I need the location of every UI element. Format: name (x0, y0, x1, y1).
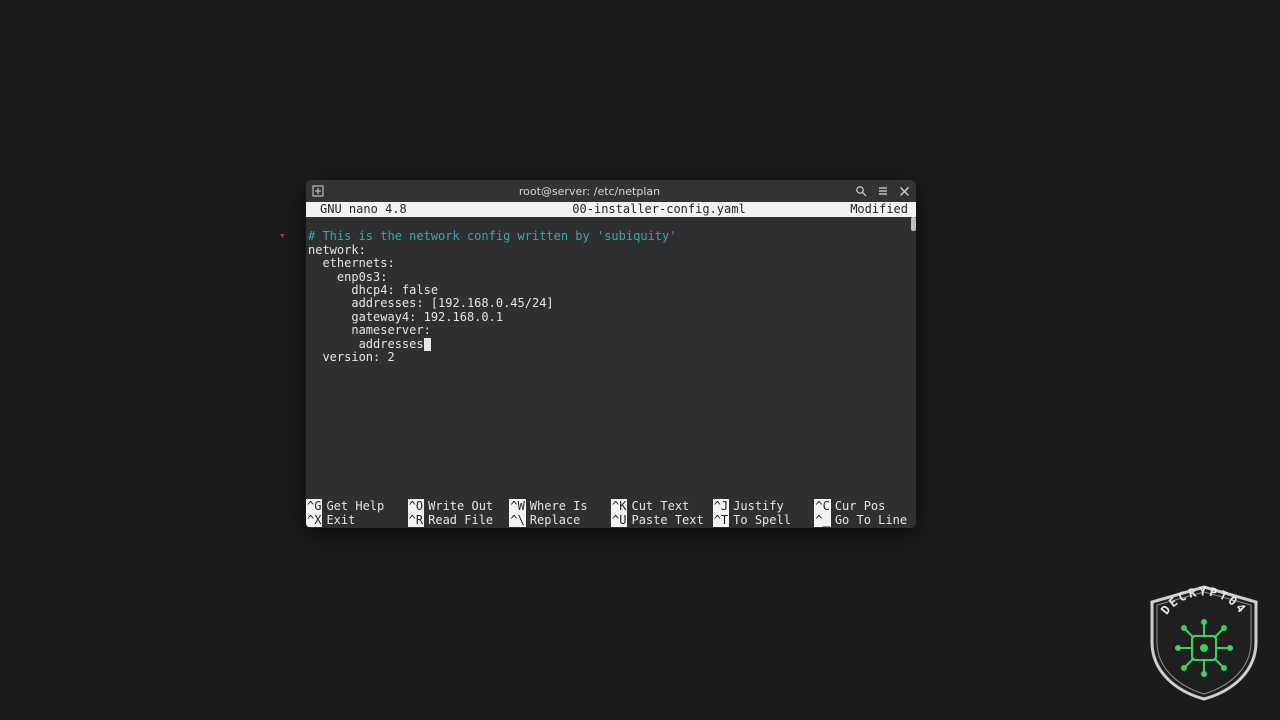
shortcut: ^XExit (306, 513, 408, 527)
shortcut: ^JJustify (713, 499, 815, 513)
shortcut: ^TTo Spell (713, 513, 815, 527)
text-cursor (424, 338, 431, 351)
shortcut: ^CCur Pos (814, 499, 916, 513)
nano-filename: 00-installer-config.yaml (500, 202, 818, 217)
editor-line: enp0s3: (308, 270, 387, 284)
scrollbar-thumb[interactable] (911, 217, 916, 231)
nano-status: Modified (818, 202, 908, 217)
menu-icon[interactable] (877, 185, 889, 197)
nano-header: GNU nano 4.8 00-installer-config.yaml Mo… (306, 202, 916, 217)
editor-line: gateway4: 192.168.0.1 (308, 310, 503, 324)
shortcut: ^OWrite Out (408, 499, 510, 513)
footer-row-1: ^GGet Help ^OWrite Out ^WWhere Is ^KCut … (306, 499, 916, 513)
titlebar[interactable]: root@server: /etc/netplan (306, 180, 916, 202)
editor-line: addresses: [192.168.0.45/24] (308, 296, 554, 310)
nano-version: GNU nano 4.8 (320, 202, 500, 217)
new-tab-icon[interactable] (312, 185, 324, 197)
decrypt04-logo: DECRYPT04 (1146, 584, 1262, 702)
shortcut: ^KCut Text (611, 499, 713, 513)
red-marker-icon: ▾ (279, 232, 287, 240)
editor-area[interactable]: # This is the network config written by … (306, 217, 916, 499)
shortcut: ^GGet Help (306, 499, 408, 513)
footer-row-2: ^XExit ^RRead File ^\Replace ^UPaste Tex… (306, 513, 916, 527)
editor-line: version: 2 (308, 350, 395, 364)
window-title: root@server: /etc/netplan (324, 185, 855, 198)
editor-line: dhcp4: false (308, 283, 438, 297)
terminal-window: root@server: /etc/netplan (306, 180, 916, 528)
editor-line: ethernets: (308, 256, 395, 270)
editor-line: nameserver: (308, 323, 431, 337)
shortcut: ^UPaste Text (611, 513, 713, 527)
editor-line: network: (308, 243, 366, 257)
editor-line: addresses (308, 337, 424, 351)
search-icon[interactable] (855, 185, 867, 197)
nano-footer: ^GGet Help ^OWrite Out ^WWhere Is ^KCut … (306, 499, 916, 528)
editor-comment: # This is the network config written by … (308, 229, 676, 243)
shortcut: ^\Replace (509, 513, 611, 527)
close-icon[interactable] (899, 186, 910, 197)
shortcut: ^WWhere Is (509, 499, 611, 513)
shortcut: ^RRead File (408, 513, 510, 527)
shortcut: ^_Go To Line (814, 513, 916, 527)
